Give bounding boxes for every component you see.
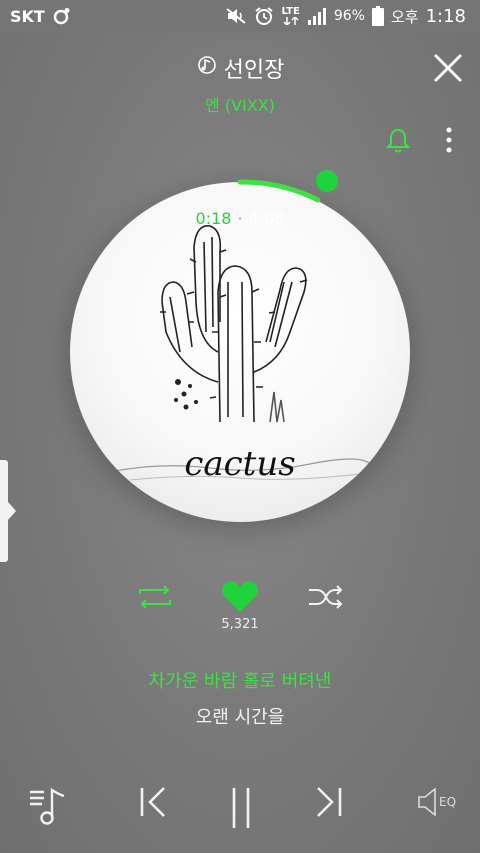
next-icon: [317, 787, 342, 817]
time-separator: ·: [237, 209, 243, 228]
equalizer-icon: [418, 787, 436, 817]
battery-percent: 96%: [333, 8, 365, 24]
previous-button[interactable]: [138, 784, 168, 820]
elapsed-time: 0:18: [195, 209, 232, 228]
music-note-icon: [196, 54, 218, 82]
repeat-icon: [139, 585, 171, 609]
more-vertical-icon: [446, 127, 452, 153]
mute-icon: [225, 7, 247, 25]
carrier-label: SKT: [10, 6, 45, 26]
more-options-button[interactable]: [440, 126, 458, 154]
artist-name[interactable]: 엔 (VIXX): [0, 92, 480, 116]
status-right: LTE 96% 오후 1:18: [225, 6, 466, 27]
ampm-label: 오후: [390, 7, 419, 26]
close-icon: [434, 54, 462, 82]
notification-button[interactable]: [384, 126, 412, 154]
clock: 1:18: [425, 5, 466, 27]
album-art: cactus: [70, 182, 410, 522]
pause-icon: [232, 788, 250, 828]
bell-icon: [385, 128, 411, 153]
lyric-next-line[interactable]: 오랜 시간을: [0, 703, 480, 729]
chevron-right-icon: [8, 502, 16, 520]
shuffle-icon: [309, 585, 343, 609]
previous-icon: [140, 787, 165, 817]
song-title-row: 선인장: [0, 52, 480, 84]
total-time: 4:08: [248, 209, 285, 228]
like-button[interactable]: [221, 580, 259, 614]
carrier-logo-icon: [53, 7, 71, 25]
cactus-illustration: cactus: [109, 225, 371, 484]
repeat-button[interactable]: [136, 584, 174, 610]
equalizer-button[interactable]: EQ: [415, 784, 459, 820]
battery-icon: [371, 6, 384, 26]
like-count: 5,321: [221, 617, 259, 632]
next-button[interactable]: [314, 784, 344, 820]
progress-handle[interactable]: [316, 170, 338, 192]
album-art-lettering: cactus: [184, 444, 295, 484]
pause-button[interactable]: [226, 786, 256, 830]
close-button[interactable]: [432, 52, 464, 84]
signal-icon: [307, 7, 327, 25]
network-indicator: LTE: [281, 6, 300, 25]
song-title: 선인장: [223, 58, 285, 83]
status-bar: SKT LTE 96% 오후 1:18: [0, 0, 480, 32]
time-display: 0:18 · 4:08: [0, 209, 480, 228]
shuffle-button[interactable]: [307, 584, 345, 610]
lyric-current-line[interactable]: 차가운 바람 홀로 버텨낸: [0, 667, 480, 693]
network-label: LTE: [281, 6, 300, 17]
heart-icon: [222, 581, 258, 612]
alarm-icon: [254, 6, 274, 26]
playlist-button[interactable]: [28, 784, 68, 828]
side-drawer-handle[interactable]: [0, 460, 8, 562]
status-left: SKT: [10, 7, 71, 26]
playlist-icon: [30, 787, 65, 825]
equalizer-label: EQ: [439, 795, 457, 809]
